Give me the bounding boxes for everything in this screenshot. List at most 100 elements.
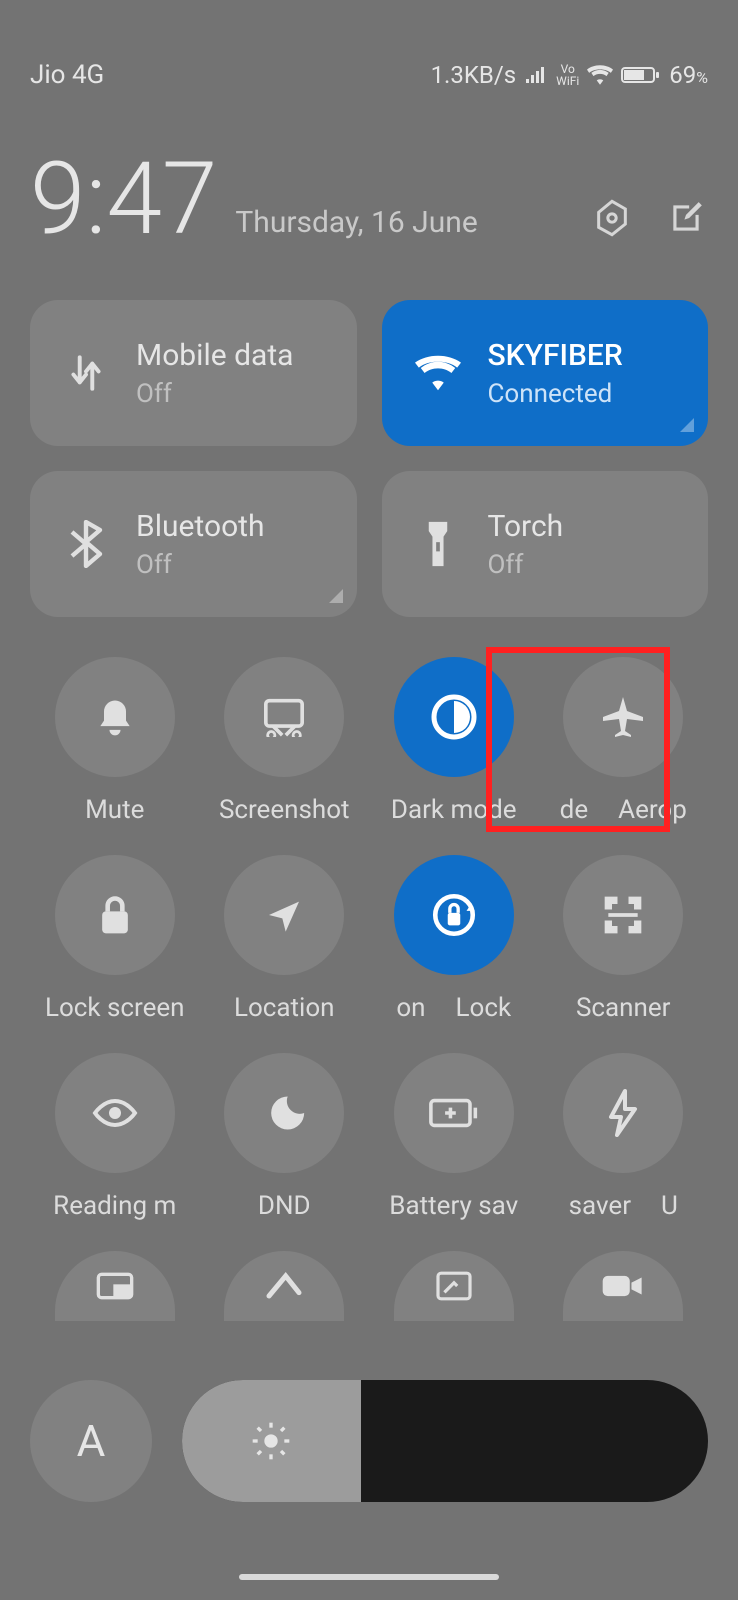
edit-icon[interactable] — [664, 196, 708, 240]
brightness-slider[interactable] — [182, 1380, 708, 1502]
signal-icon — [524, 65, 548, 85]
battery-saver-toggle[interactable]: Battery sav — [369, 1053, 539, 1221]
ultra-saver-label: saver U — [569, 1191, 678, 1221]
darkmode-circle — [394, 657, 514, 777]
cast-toggle[interactable] — [369, 1251, 539, 1321]
aeroplane-circle — [563, 657, 683, 777]
dnd-circle — [224, 1053, 344, 1173]
rotation-lock-label: on Lock — [396, 993, 511, 1023]
toggle-row-3: Reading m DND Battery sav saver U — [30, 1053, 708, 1221]
darkmode-toggle[interactable]: Dark mode — [369, 657, 539, 825]
toggle-row-4 — [30, 1251, 708, 1321]
lockscreen-circle — [55, 855, 175, 975]
dnd-toggle[interactable]: DND — [200, 1053, 370, 1221]
carrier-label: Jio 4G — [30, 60, 104, 90]
dnd-label: DND — [258, 1191, 311, 1221]
mute-toggle[interactable]: Mute — [30, 657, 200, 825]
battery-saver-circle — [394, 1053, 514, 1173]
aeroplane-toggle[interactable]: de Aerop — [539, 657, 709, 825]
status-bar: Jio 4G 1.3KB/s Vo WiFi 69% — [0, 0, 738, 150]
mobile-data-icon — [60, 351, 112, 395]
rotation-lock-icon — [429, 890, 479, 940]
vowifi-indicator: Vo WiFi — [556, 63, 579, 87]
mute-label: Mute — [85, 795, 144, 825]
dark-mode-icon — [430, 693, 478, 741]
reading-label: Reading m — [53, 1191, 176, 1221]
lock-icon — [95, 893, 135, 937]
screen-record-circle — [563, 1251, 683, 1321]
home-indicator[interactable] — [239, 1574, 499, 1580]
screen-record-toggle[interactable] — [539, 1251, 709, 1321]
bolt-icon — [607, 1089, 639, 1137]
mute-circle — [55, 657, 175, 777]
torch-sub: Off — [488, 550, 564, 580]
brightness-row: A — [30, 1380, 708, 1502]
airplane-icon — [599, 693, 647, 741]
scissors-icon — [262, 697, 306, 737]
torch-icon — [412, 520, 464, 568]
wifi-tile-icon — [412, 355, 464, 391]
lockscreen-label: Lock screen — [45, 993, 185, 1023]
ultra-saver-toggle[interactable]: saver U — [539, 1053, 709, 1221]
reading-circle — [55, 1053, 175, 1173]
wifi-sub: Connected — [488, 379, 623, 409]
mobile-data-title: Mobile data — [136, 338, 293, 373]
wifi-tile[interactable]: SKYFIBER Connected — [382, 300, 709, 446]
bluetooth-sub: Off — [136, 550, 265, 580]
rotation-lock-circle — [394, 855, 514, 975]
wifi-expand-indicator — [680, 418, 694, 432]
battery-saver-label: Battery sav — [389, 1191, 518, 1221]
torch-title: Torch — [488, 509, 564, 544]
scanner-icon — [601, 893, 645, 937]
aeroplane-label: de Aerop — [560, 795, 687, 825]
bluetooth-tile[interactable]: Bluetooth Off — [30, 471, 357, 617]
eye-icon — [91, 1097, 139, 1129]
location-arrow-icon — [264, 895, 304, 935]
screenshot-circle — [224, 657, 344, 777]
tile-grid: Mobile data Off SKYFIBER Connected Bluet… — [0, 300, 738, 617]
scanner-toggle[interactable]: Scanner — [539, 855, 709, 1023]
floating-window-circle — [55, 1251, 175, 1321]
screenshot-toggle[interactable]: Screenshot — [200, 657, 370, 825]
bell-icon — [93, 695, 137, 739]
bluetooth-icon — [60, 520, 112, 568]
mi-share-circle — [224, 1251, 344, 1321]
mobile-data-tile[interactable]: Mobile data Off — [30, 300, 357, 446]
time-display: 9:47 — [30, 150, 217, 250]
network-speed: 1.3KB/s — [431, 61, 517, 89]
auto-brightness-toggle[interactable]: A — [30, 1380, 152, 1502]
date-display: Thursday, 16 June — [235, 205, 590, 250]
scanner-circle — [563, 855, 683, 975]
settings-icon[interactable] — [590, 196, 634, 240]
battery-percent: 69% — [669, 61, 708, 89]
status-right: 1.3KB/s Vo WiFi 69% — [431, 61, 708, 89]
wifi-title: SKYFIBER — [488, 338, 623, 373]
video-icon — [601, 1272, 645, 1300]
location-label: Location — [234, 993, 335, 1023]
darkmode-label: Dark mode — [391, 795, 517, 825]
wifi-icon — [587, 65, 613, 85]
location-circle — [224, 855, 344, 975]
cast-circle — [394, 1251, 514, 1321]
torch-tile[interactable]: Torch Off — [382, 471, 709, 617]
brightness-fill — [182, 1380, 361, 1502]
moon-icon — [262, 1091, 306, 1135]
floating-window-icon — [95, 1271, 135, 1301]
location-toggle[interactable]: Location — [200, 855, 370, 1023]
mobile-data-sub: Off — [136, 379, 293, 409]
floating-window-toggle[interactable] — [30, 1251, 200, 1321]
toggle-row-2: Lock screen Location on Lock Scanner — [30, 855, 708, 1023]
clock-row: 9:47 Thursday, 16 June — [0, 150, 738, 300]
toggle-row-1: Mute Screenshot Dark mode de Aerop — [30, 657, 708, 825]
bluetooth-expand-indicator — [329, 589, 343, 603]
battery-plus-icon — [429, 1097, 479, 1129]
mi-share-toggle[interactable] — [200, 1251, 370, 1321]
sun-icon — [251, 1421, 291, 1461]
rotation-lock-toggle[interactable]: on Lock — [369, 855, 539, 1023]
reading-toggle[interactable]: Reading m — [30, 1053, 200, 1221]
ultra-saver-circle — [563, 1053, 683, 1173]
cast-icon — [434, 1270, 474, 1302]
bluetooth-title: Bluetooth — [136, 509, 265, 544]
lockscreen-toggle[interactable]: Lock screen — [30, 855, 200, 1023]
battery-icon — [621, 65, 661, 85]
